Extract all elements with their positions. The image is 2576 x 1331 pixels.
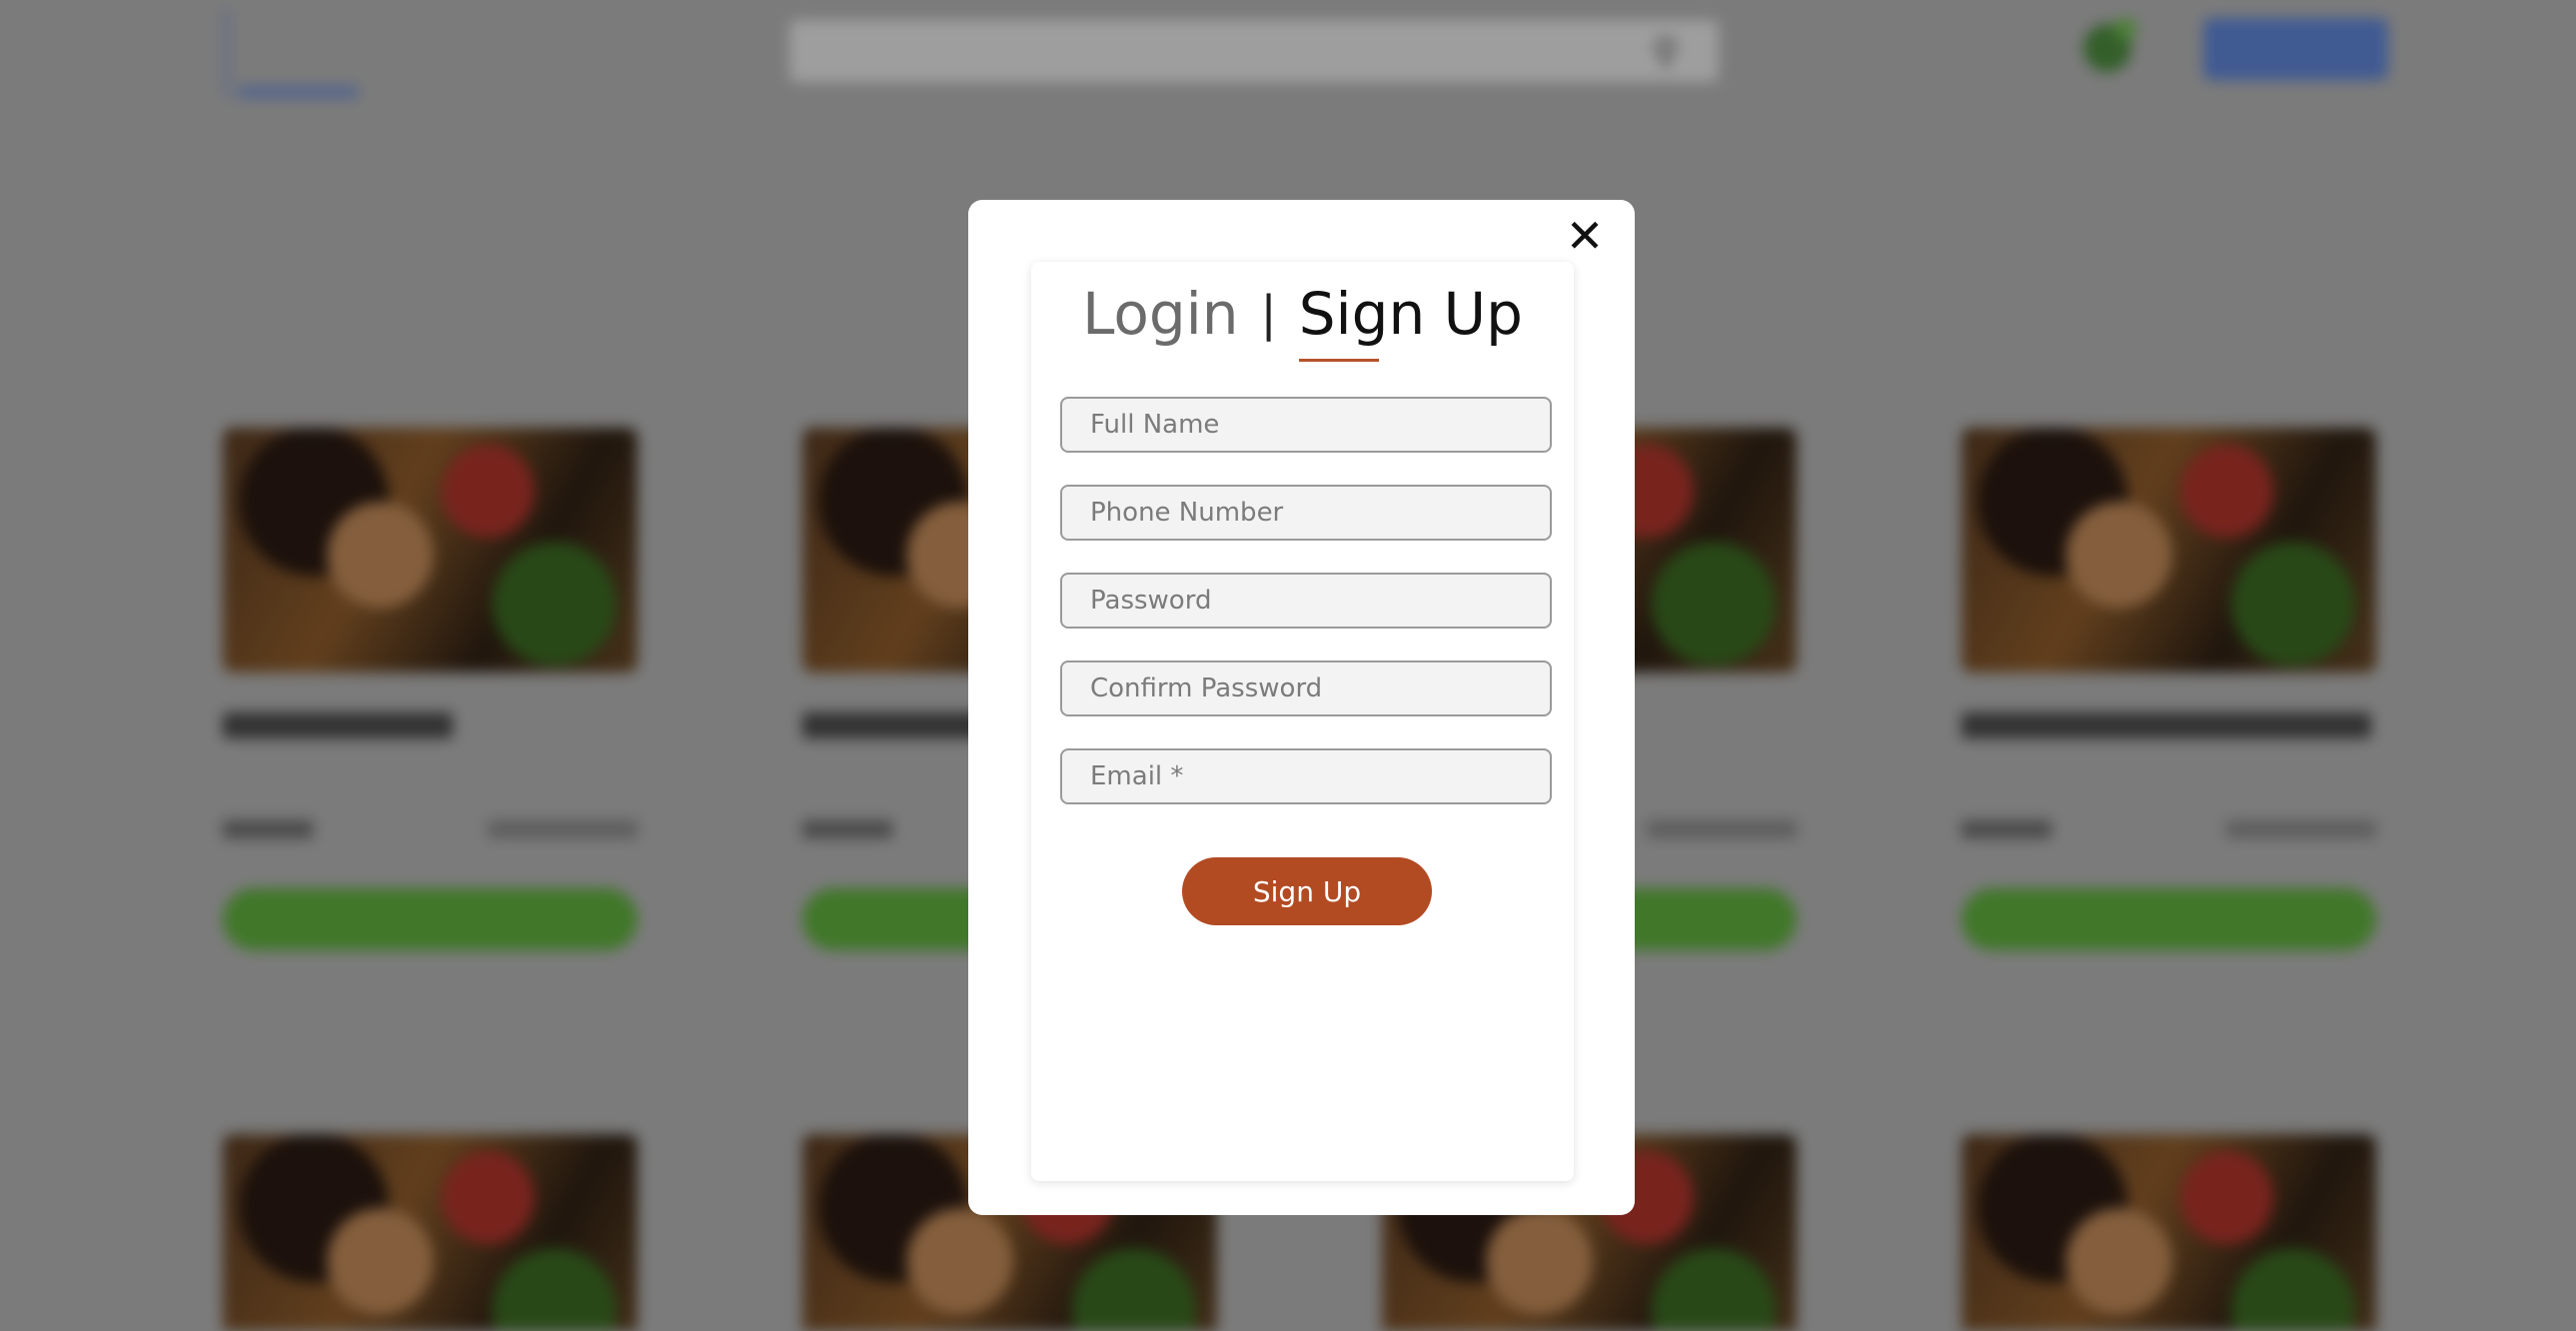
add-to-cart-button [223,888,638,950]
password-input[interactable] [1060,573,1552,629]
product-card [223,1134,638,1331]
product-card [1961,1134,2376,1331]
product-meta [1961,820,2376,846]
confirm-password-input[interactable] [1060,661,1552,716]
search-icon: ⚲ [1652,32,1679,73]
email-input[interactable] [1060,748,1552,804]
product-image [1961,428,2376,672]
product-image [1961,1134,2376,1331]
sign-up-button[interactable]: Sign Up [1182,857,1432,925]
product-name [1961,712,2376,740]
cart-badge [2114,18,2136,40]
product-card [1961,428,2376,950]
auth-tabs: Login | Sign Up [1031,280,1574,362]
tab-signup[interactable]: Sign Up [1298,280,1523,362]
product-meta [223,820,638,846]
product-image [223,1134,638,1331]
auth-panel: Login | Sign Up Sign Up [1031,262,1574,1181]
search-bar: ⚲ [789,20,1719,82]
product-name [223,712,638,740]
signup-modal: ✕ Login | Sign Up Sign Up [968,200,1635,1215]
site-logo [225,8,428,98]
product-card [223,428,638,950]
close-icon[interactable]: ✕ [1563,213,1607,259]
account-button [2203,18,2388,80]
full-name-input[interactable] [1060,397,1552,453]
product-image [223,428,638,672]
add-to-cart-button [1961,888,2376,950]
tab-separator: | [1260,286,1277,342]
active-tab-underline [1298,359,1379,362]
phone-number-input[interactable] [1060,485,1552,541]
tab-signup-label: Sign Up [1298,280,1523,348]
logo-tagline [238,86,358,98]
tab-login[interactable]: Login [1082,280,1238,348]
